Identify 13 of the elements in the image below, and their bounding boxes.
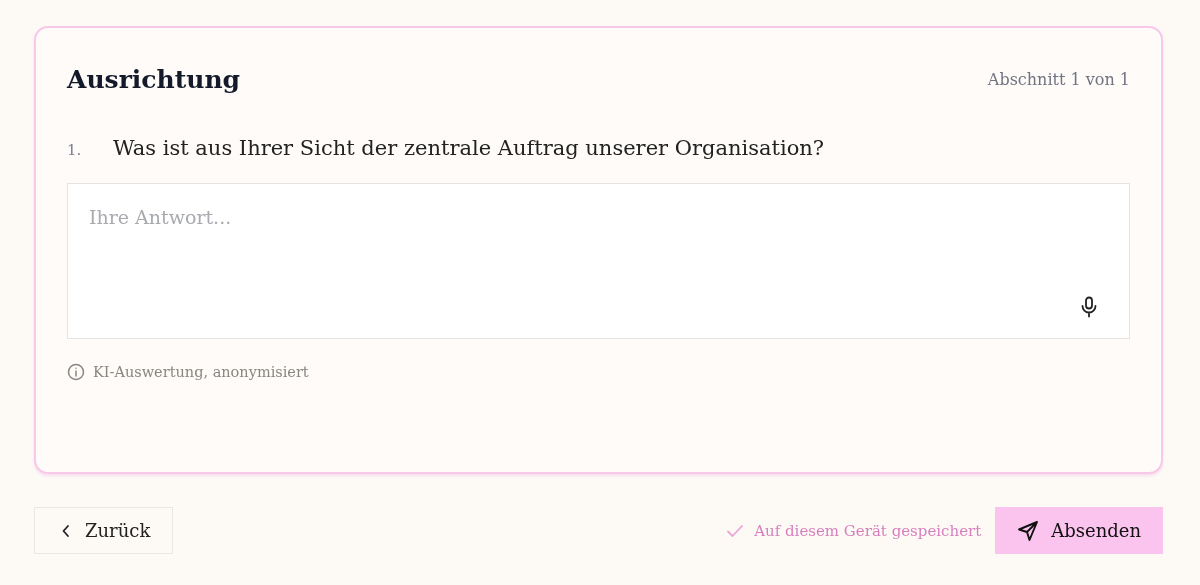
- check-icon: [726, 523, 745, 538]
- submit-button[interactable]: Absenden: [995, 507, 1163, 554]
- question-number: 1.: [67, 141, 83, 159]
- back-button[interactable]: Zurück: [34, 507, 174, 554]
- question-text: Was ist aus Ihrer Sicht der zentrale Auftrag unserer Organisation?: [113, 136, 825, 160]
- note-text: KI-Auswertung, anonymisiert: [93, 364, 309, 380]
- saved-status: Auf diesem Gerät gespeichert: [754, 521, 982, 540]
- answer-field[interactable]: Ihre Antwort...: [67, 183, 1130, 339]
- microphone-icon[interactable]: [1080, 296, 1098, 318]
- chevron-left-icon: [61, 523, 71, 538]
- info-icon: [67, 363, 85, 381]
- section-title: Ausrichtung: [67, 64, 241, 94]
- send-icon: [1017, 519, 1040, 542]
